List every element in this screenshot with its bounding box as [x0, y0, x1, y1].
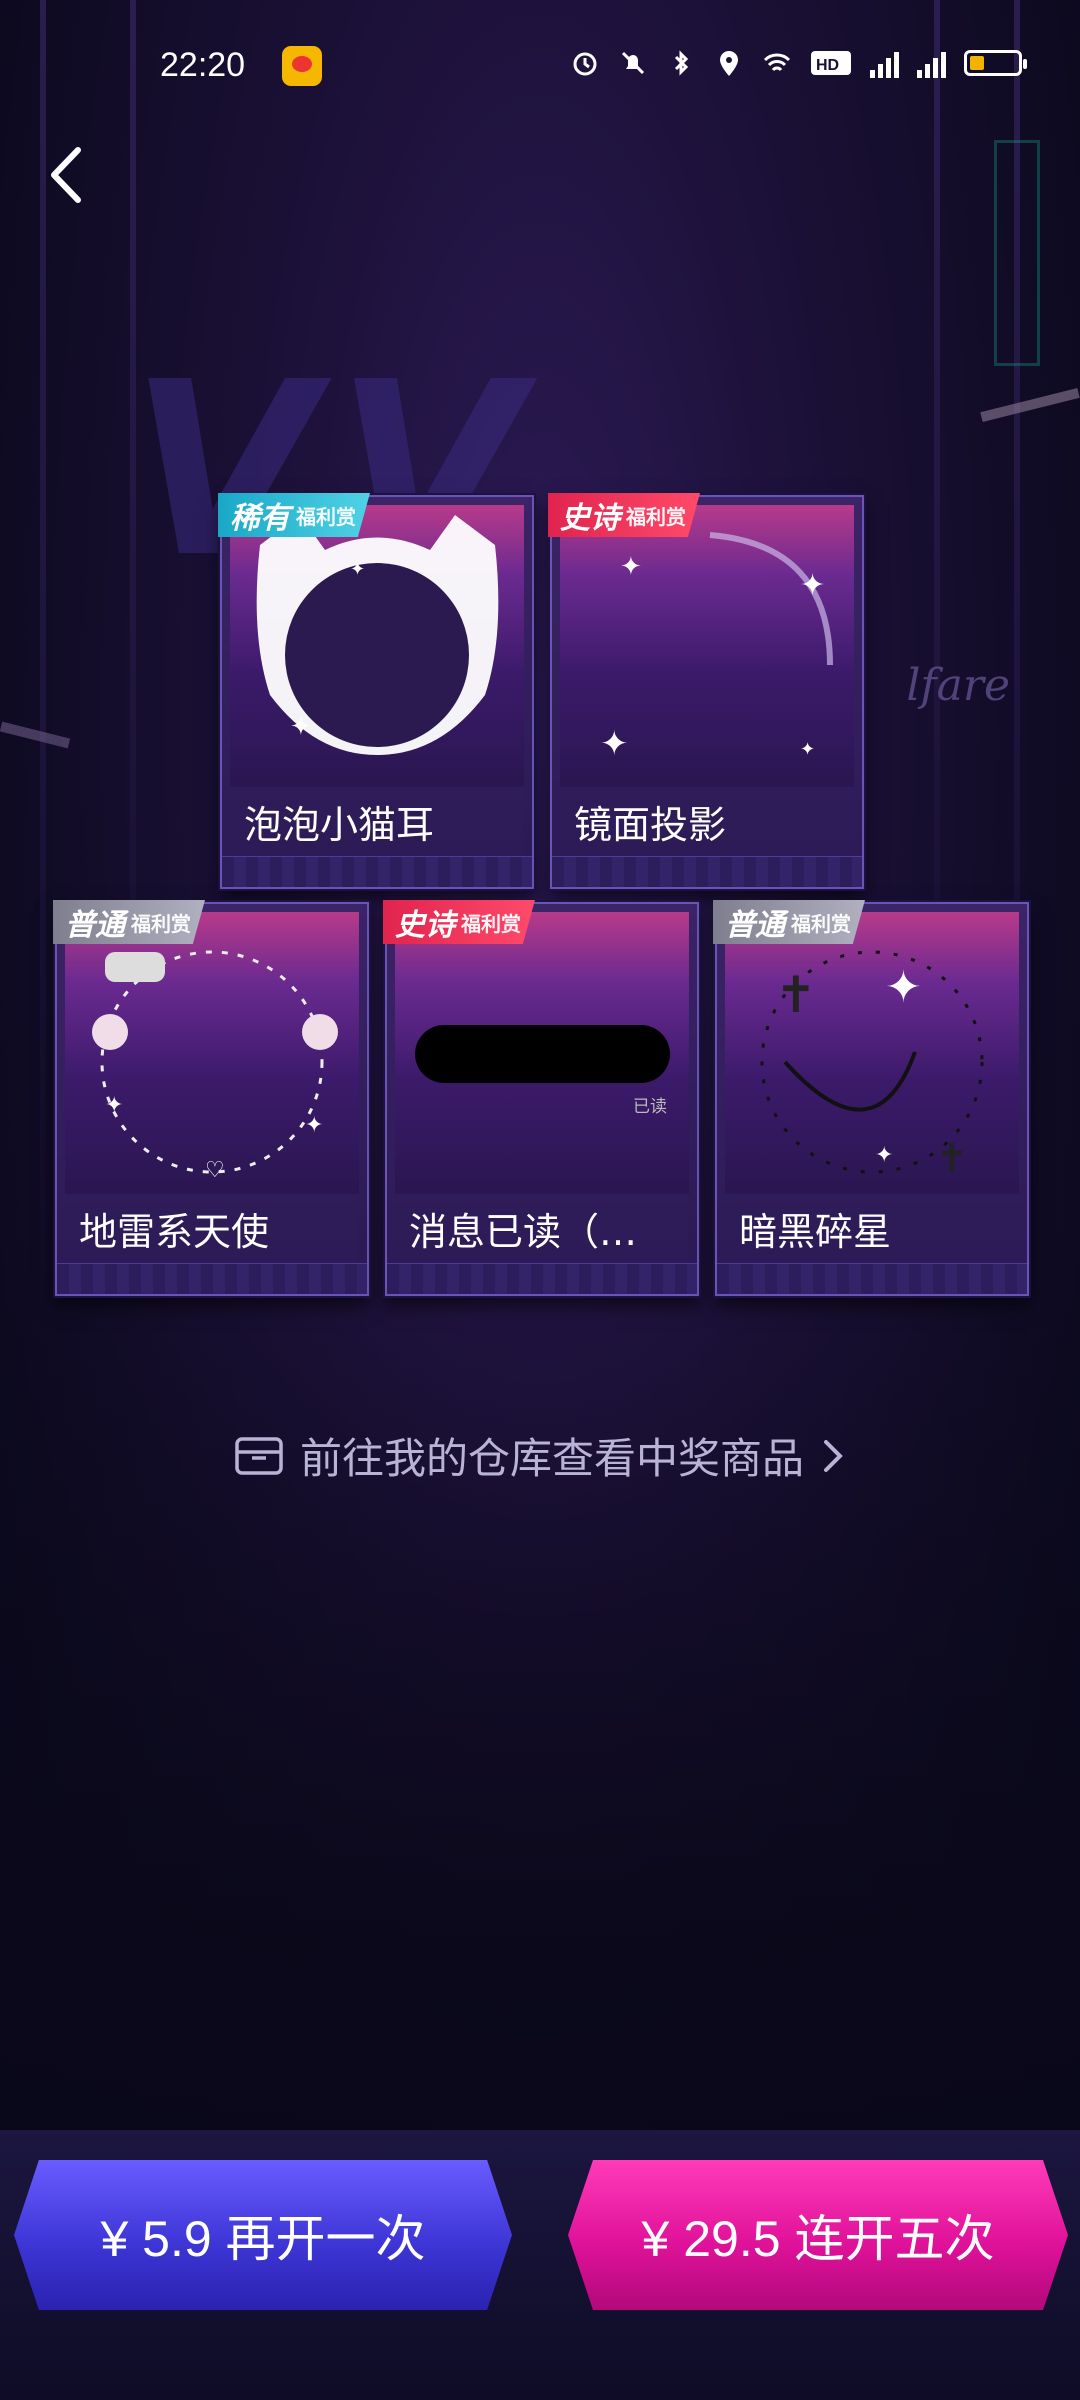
svg-text:✦: ✦ [350, 559, 365, 580]
svg-text:✦: ✦ [600, 724, 629, 764]
card-base [717, 1263, 1027, 1294]
svg-text:✦: ✦ [885, 962, 922, 1013]
rarity-badge: 普通 福利赏 [713, 900, 865, 944]
light-streak [980, 388, 1080, 422]
svg-text:✝: ✝ [775, 966, 817, 1024]
box-icon [235, 1436, 283, 1475]
status-time: 22:20 [160, 46, 246, 84]
open-five-button[interactable]: ¥ 29.5 连开五次 [568, 2160, 1068, 2310]
prize-thumbnail: ✦ ✦ [230, 505, 524, 787]
prize-name: 消息已读（… [409, 1210, 638, 1254]
bluetooth-icon [674, 50, 689, 76]
mute-bell-icon [621, 51, 645, 75]
prize-name: 地雷系天使 [79, 1210, 270, 1254]
prize-name: 暗黑碎星 [739, 1210, 892, 1254]
warehouse-link[interactable]: 前往我的仓库查看中奖商品 [0, 1425, 1080, 1486]
rarity-badge: 史诗 福利赏 [383, 900, 535, 944]
card-base [222, 856, 532, 887]
card-base [387, 1263, 697, 1294]
svg-text:✦: ✦ [305, 1113, 323, 1138]
prize-thumbnail: ✝ ✝ ✦ ✦ [725, 912, 1019, 1194]
status-bar: 22:20 HD [0, 40, 1080, 100]
rarity-badge: 稀有 福利赏 [218, 493, 370, 537]
alarm-icon [573, 52, 597, 76]
open-once-button[interactable]: ¥ 5.9 再开一次 [14, 2160, 512, 2310]
svg-text:✦: ✦ [290, 712, 312, 742]
svg-text:✦: ✦ [875, 1143, 893, 1168]
neon-welfare-text: lfare [906, 660, 1010, 711]
svg-text:✦: ✦ [105, 1093, 123, 1118]
prize-name: 镜面投影 [574, 803, 727, 847]
prize-card[interactable]: ♡ ✦ ✦ 普通 福利赏 地雷系天使 [53, 900, 369, 1296]
svg-text:✝: ✝ [935, 1136, 969, 1182]
svg-text:✦: ✦ [800, 739, 815, 760]
prize-card[interactable]: ✦ ✦ ✦ ✦ 史诗 福利赏 镜面投影 [548, 493, 864, 889]
battery-icon [964, 50, 1027, 76]
signal-4g-icon [870, 48, 899, 78]
prize-card[interactable]: ✦ ✦ 稀有 福利赏 泡泡小猫耳 [218, 493, 534, 889]
rarity-badge: 普通 福利赏 [53, 900, 205, 944]
prize-thumbnail: ✦ ✦ ✦ ✦ [560, 505, 854, 787]
neon-sign [994, 140, 1040, 366]
back-chevron-icon[interactable] [36, 140, 96, 210]
system-icons: HD [570, 48, 1027, 78]
read-receipt: 已读 [633, 1097, 667, 1117]
location-icon [720, 51, 738, 76]
card-base [552, 856, 862, 887]
hd-icon: HD [811, 51, 851, 75]
warehouse-link-label: 前往我的仓库查看中奖商品 [299, 1434, 804, 1483]
card-base [57, 1263, 367, 1294]
svg-text:✦: ✦ [800, 568, 825, 603]
weibo-app-icon [282, 46, 322, 86]
prize-thumbnail: 已读 [395, 912, 689, 1194]
prize-name: 泡泡小猫耳 [244, 803, 435, 847]
chevron-right-icon [824, 1439, 843, 1472]
light-streak [0, 721, 71, 749]
svg-text:♡: ♡ [205, 1158, 225, 1183]
signal-4g-icon [917, 48, 946, 78]
prize-card[interactable]: ✝ ✝ ✦ ✦ 普通 福利赏 暗黑碎星 [713, 900, 1029, 1296]
svg-text:HD: HD [816, 57, 839, 74]
svg-text:✦: ✦ [620, 552, 642, 582]
rarity-badge: 史诗 福利赏 [548, 493, 700, 537]
wifi-icon [763, 53, 791, 72]
chat-bubble [415, 1025, 670, 1083]
prize-card[interactable]: 已读 史诗 福利赏 消息已读（… [383, 900, 699, 1296]
prize-thumbnail: ♡ ✦ ✦ [65, 912, 359, 1194]
